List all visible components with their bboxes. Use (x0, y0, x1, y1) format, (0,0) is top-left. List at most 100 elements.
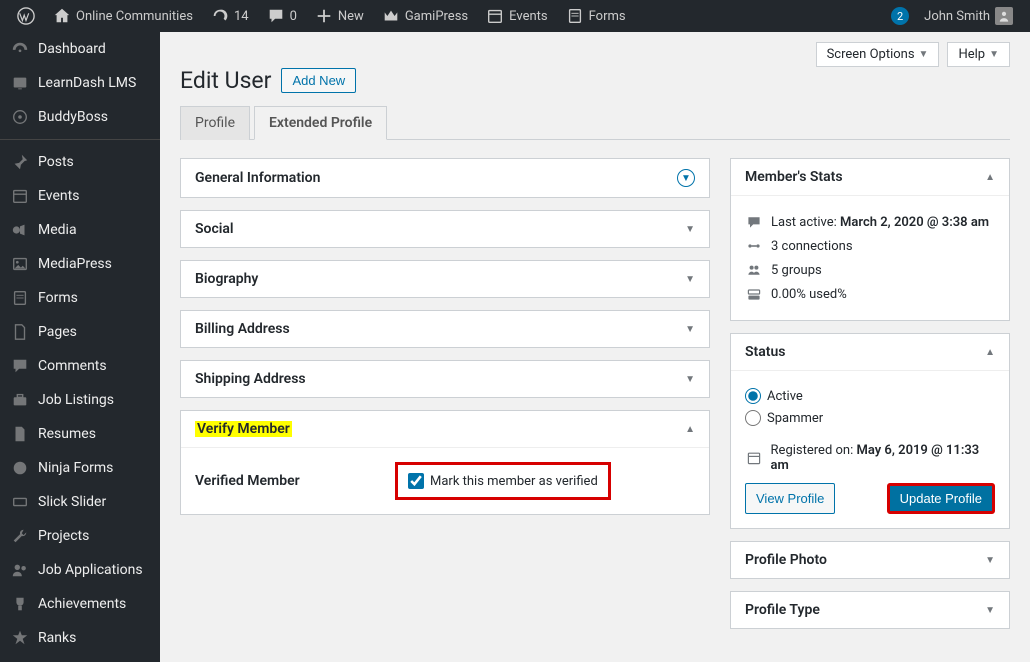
sidebar-item-media[interactable]: Media (0, 213, 160, 247)
status-spammer-radio-row[interactable]: Spammer (745, 407, 995, 429)
sidebar-item-label: Ninja Forms (38, 460, 113, 476)
panel-toggle[interactable]: Status ▲ (731, 334, 1009, 370)
chevron-down-icon: ▼ (685, 274, 695, 285)
sidebar-item-jobapps[interactable]: Job Applications (0, 553, 160, 587)
update-profile-button[interactable]: Update Profile (887, 483, 995, 514)
buddyboss-icon (10, 107, 30, 127)
stat-groups: 5 groups (745, 258, 995, 282)
section-title: General Information (195, 170, 320, 186)
tab-extended-profile[interactable]: Extended Profile (254, 106, 387, 140)
sidebar-item-label: BuddyBoss (38, 109, 108, 125)
radio-label: Active (767, 389, 803, 404)
comments-count: 0 (290, 9, 297, 24)
media-icon (10, 220, 30, 240)
sidebar-item-pages[interactable]: Pages (0, 315, 160, 349)
sidebar-item-comments[interactable]: Comments (0, 349, 160, 383)
chevron-down-icon: ▼ (685, 324, 695, 335)
sidebar-item-label: Pages (38, 324, 77, 340)
section-toggle[interactable]: Social ▼ (181, 211, 709, 247)
site-link[interactable]: Online Communities (46, 0, 200, 32)
admin-sidebar: Dashboard LearnDash LMS BuddyBoss Posts … (0, 32, 160, 662)
events-link[interactable]: Events (479, 0, 554, 32)
verified-checkbox-wrapper[interactable]: Mark this member as verified (395, 462, 611, 500)
sidebar-item-slickslider[interactable]: Slick Slider (0, 485, 160, 519)
gauge-icon (10, 39, 30, 59)
section-toggle[interactable]: Biography ▼ (181, 261, 709, 297)
help-toggle[interactable]: Help ▼ (947, 42, 1010, 67)
panel-toggle[interactable]: Member's Stats ▲ (731, 159, 1009, 195)
page-title-text: Edit User (180, 67, 271, 94)
document-icon (10, 424, 30, 444)
sidebar-item-learndash[interactable]: LearnDash LMS (0, 66, 160, 100)
gamipress-link[interactable]: GamiPress (375, 0, 475, 32)
forms-label: Forms (589, 9, 626, 24)
chevron-down-icon: ▼ (989, 49, 999, 60)
section-toggle[interactable]: General Information ▼ (181, 159, 709, 197)
sidebar-item-buddyboss[interactable]: BuddyBoss (0, 100, 160, 134)
stat-value: March 2, 2020 @ 3:38 am (840, 215, 989, 230)
sidebar-item-label: Dashboard (38, 41, 106, 57)
new-link[interactable]: New (308, 0, 371, 32)
crown-icon (382, 7, 400, 25)
sidebar-item-ninjaforms[interactable]: Ninja Forms (0, 451, 160, 485)
stat-value: 5 groups (771, 263, 822, 278)
section-toggle[interactable]: Verify Member ▲ (181, 411, 709, 447)
refresh-icon (211, 7, 229, 25)
stat-value: 3 connections (771, 239, 853, 254)
form-icon (10, 288, 30, 308)
sidebar-item-label: Comments (38, 358, 107, 374)
page-title: Edit User Add New (180, 67, 1010, 94)
status-active-radio-row[interactable]: Active (745, 385, 995, 407)
section-shipping-address: Shipping Address ▼ (180, 360, 710, 398)
sidebar-item-label: Events (38, 188, 79, 204)
activity-icon (745, 214, 763, 230)
events-label: Events (509, 9, 547, 24)
slider-icon (10, 492, 30, 512)
form-icon (566, 7, 584, 25)
star-icon (10, 628, 30, 648)
view-profile-button[interactable]: View Profile (745, 483, 835, 514)
stat-connections: 3 connections (745, 234, 995, 258)
panel-profile-photo: Profile Photo ▼ (730, 541, 1010, 579)
verified-checkbox[interactable] (408, 473, 424, 489)
wp-logo[interactable] (10, 0, 42, 32)
section-toggle[interactable]: Billing Address ▼ (181, 311, 709, 347)
section-social: Social ▼ (180, 210, 710, 248)
stat-last-active: Last active: March 2, 2020 @ 3:38 am (745, 210, 995, 234)
tab-profile[interactable]: Profile (180, 106, 250, 140)
panel-toggle[interactable]: Profile Type ▼ (731, 592, 1009, 628)
chevron-down-icon: ▼ (919, 49, 929, 60)
briefcase-icon (10, 390, 30, 410)
admin-topbar: Online Communities 14 0 New GamiPress Ev… (0, 0, 1030, 32)
section-title: Verify Member (195, 421, 292, 437)
sidebar-item-posts[interactable]: Posts (0, 139, 160, 179)
forms-link[interactable]: Forms (559, 0, 633, 32)
section-toggle[interactable]: Shipping Address ▼ (181, 361, 709, 397)
screen-options-toggle[interactable]: Screen Options ▼ (816, 42, 940, 67)
status-active-radio[interactable] (745, 388, 761, 404)
profile-tabs: Profile Extended Profile (180, 106, 1010, 140)
sidebar-item-dashboard[interactable]: Dashboard (0, 32, 160, 66)
sidebar-item-projects[interactable]: Projects (0, 519, 160, 553)
notifications-badge[interactable]: 2 (891, 7, 909, 25)
panel-member-stats: Member's Stats ▲ Last active: March 2, 2… (730, 158, 1010, 321)
status-spammer-radio[interactable] (745, 410, 761, 426)
sidebar-item-resumes[interactable]: Resumes (0, 417, 160, 451)
sidebar-item-events[interactable]: Events (0, 179, 160, 213)
comments-link[interactable]: 0 (260, 0, 304, 32)
sidebar-item-joblistings[interactable]: Job Listings (0, 383, 160, 417)
panel-title: Profile Type (745, 602, 820, 618)
sidebar-item-ranks[interactable]: Ranks (0, 621, 160, 655)
sidebar-item-label: Slick Slider (38, 494, 106, 510)
sidebar-item-mediapress[interactable]: MediaPress (0, 247, 160, 281)
sidebar-item-forms[interactable]: Forms (0, 281, 160, 315)
panel-toggle[interactable]: Profile Photo ▼ (731, 542, 1009, 578)
account-link[interactable]: John Smith (917, 0, 1020, 32)
sidebar-item-achievements[interactable]: Achievements (0, 587, 160, 621)
updates-count: 14 (234, 9, 249, 24)
sidebar-item-label: Posts (38, 154, 74, 170)
add-new-button[interactable]: Add New (281, 68, 356, 93)
image-icon (10, 254, 30, 274)
updates-link[interactable]: 14 (204, 0, 256, 32)
chevron-down-icon: ▼ (677, 169, 695, 187)
